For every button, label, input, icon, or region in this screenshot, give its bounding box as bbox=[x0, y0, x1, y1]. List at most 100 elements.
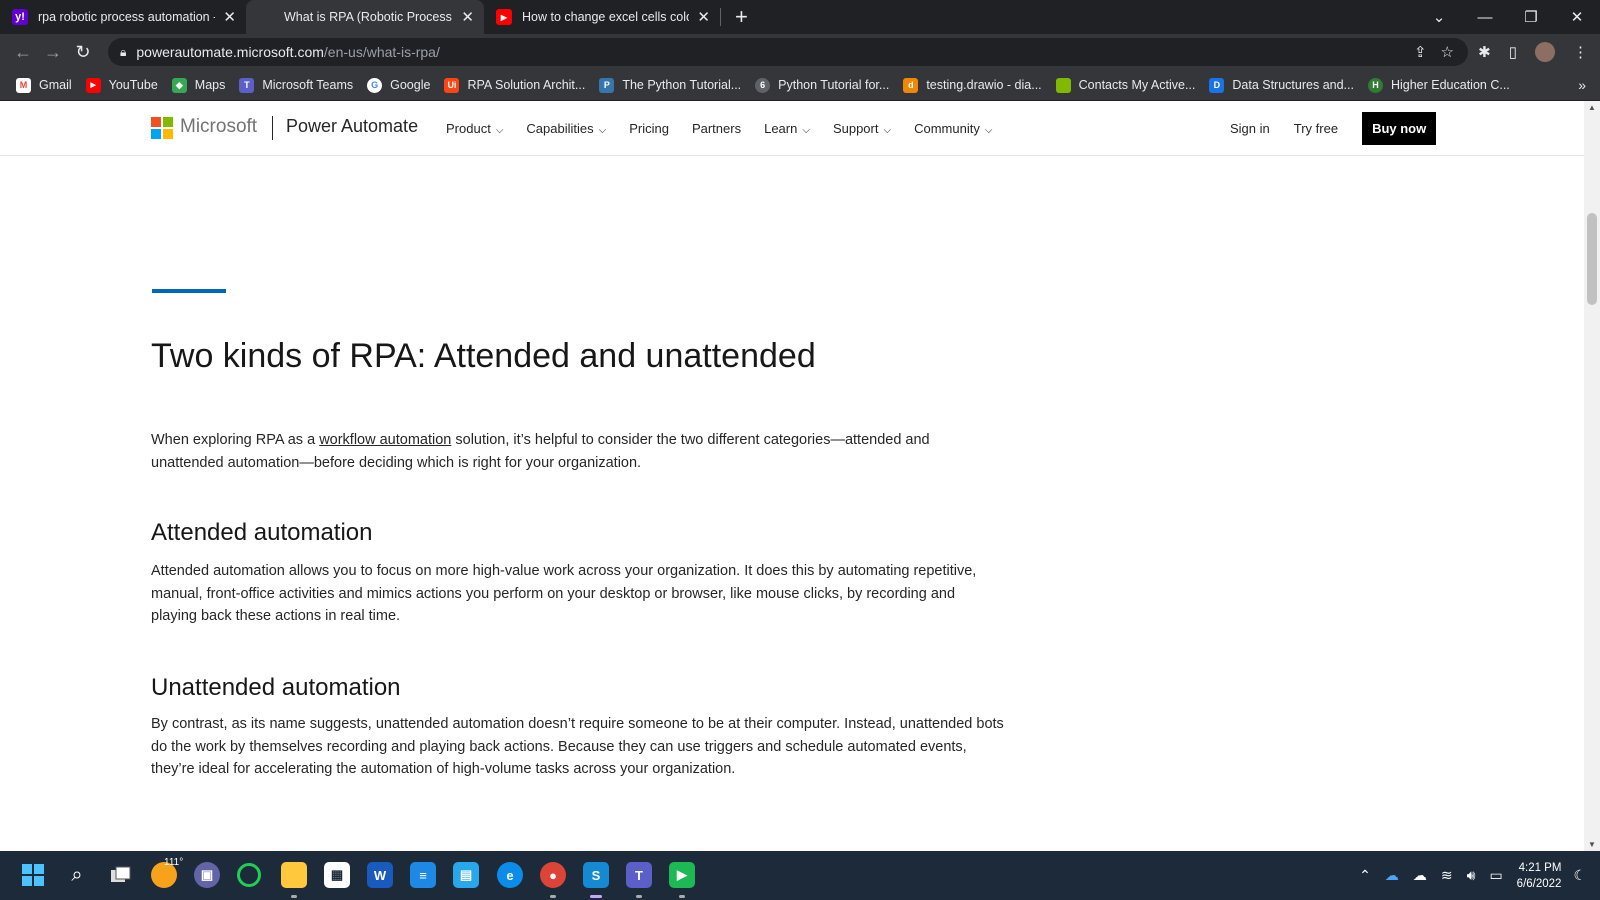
bookmark-python-tutorial-for[interactable]: 6 Python Tutorial for... bbox=[755, 77, 889, 93]
bookmark-rpa-solution[interactable]: Ui RPA Solution Archit... bbox=[444, 77, 585, 93]
bookmark-gmail[interactable]: M Gmail bbox=[16, 77, 72, 93]
skype-icon[interactable]: S bbox=[583, 862, 609, 888]
teams-chat-icon[interactable]: ▣ bbox=[194, 862, 220, 888]
scroll-up-icon[interactable]: ▲ bbox=[1584, 103, 1600, 112]
file-explorer-icon[interactable] bbox=[281, 862, 307, 888]
close-window-icon[interactable]: ✕ bbox=[1554, 8, 1600, 26]
workflow-automation-link[interactable]: workflow automation bbox=[319, 432, 451, 448]
maps-icon: ◆ bbox=[171, 77, 187, 93]
youtube-favicon-icon: ▶ bbox=[496, 9, 512, 25]
battery-icon[interactable]: ▭ bbox=[1489, 867, 1502, 884]
tab-separator bbox=[720, 8, 721, 26]
cloud-icon[interactable]: ☁ bbox=[1413, 867, 1427, 884]
wifi-icon[interactable]: ≋ bbox=[1441, 867, 1453, 884]
clock[interactable]: 4:21 PM 6/6/2022 bbox=[1517, 860, 1562, 892]
chrome-icon[interactable]: ● bbox=[540, 862, 566, 888]
bookmark-drawio[interactable]: d testing.drawio - dia... bbox=[903, 77, 1042, 93]
edge-icon[interactable]: e bbox=[497, 862, 523, 888]
system-tray: ⌃ ☁ ☁ ≋ 🔊︎ ▭ 4:21 PM 6/6/2022 ☾ bbox=[1359, 851, 1600, 900]
microsoft-store-icon[interactable]: ▦ bbox=[324, 862, 350, 888]
lock-icon[interactable]: 🔒︎ bbox=[120, 45, 126, 60]
microsoft-icon bbox=[1055, 77, 1071, 93]
drawio-icon: d bbox=[903, 77, 919, 93]
notification-icon[interactable]: ☾ bbox=[1573, 867, 1586, 884]
intro-paragraph: When exploring RPA as a workflow automat… bbox=[151, 432, 930, 471]
product-name[interactable]: Power Automate bbox=[286, 116, 418, 137]
address-bar[interactable]: 🔒︎ powerautomate.microsoft.com/en-us/wha… bbox=[108, 38, 1468, 66]
bookmarks-bar: M Gmail ▶ YouTube ◆ Maps T Microsoft Teams G… bbox=[0, 70, 1600, 101]
search-icon[interactable]: ⌕ bbox=[64, 862, 90, 888]
site-header: Microsoft Power Automate Product ⌵ Capabi… bbox=[0, 101, 1584, 156]
url-path: /en-us/what-is-rpa/ bbox=[323, 44, 440, 60]
tab-yahoo-search[interactable]: y! rpa robotic process automation - ✕ bbox=[0, 0, 246, 34]
bookmark-data-structures[interactable]: D Data Structures and... bbox=[1209, 77, 1354, 93]
attended-automation-text: Attended automation allows you to focus … bbox=[151, 563, 977, 624]
nav-support[interactable]: Support ⌵ bbox=[833, 121, 891, 136]
notepad-icon[interactable]: ≡ bbox=[410, 862, 436, 888]
bookmark-python-tutorial[interactable]: P The Python Tutorial... bbox=[599, 77, 741, 93]
nav-product[interactable]: Product ⌵ bbox=[446, 121, 503, 136]
scrollbar-thumb[interactable] bbox=[1587, 213, 1597, 305]
teams-icon[interactable]: T bbox=[626, 862, 652, 888]
nav-community[interactable]: Community ⌵ bbox=[914, 121, 992, 136]
nav-pricing[interactable]: Pricing bbox=[629, 121, 669, 136]
chevron-down-icon: ⌵ bbox=[802, 124, 810, 136]
new-tab-icon[interactable]: + bbox=[735, 4, 748, 30]
teams-icon: T bbox=[239, 77, 255, 93]
extensions-icon[interactable]: ✱ bbox=[1478, 43, 1491, 61]
browser-toolbar: ← → ↻ 🔒︎ powerautomate.microsoft.com/en-… bbox=[0, 34, 1600, 70]
word-icon[interactable]: W bbox=[367, 862, 393, 888]
page-scrollbar[interactable]: ▲ ▼ bbox=[1584, 101, 1600, 851]
minimize-icon[interactable]: — bbox=[1462, 9, 1508, 26]
bookmark-microsoft-teams[interactable]: T Microsoft Teams bbox=[239, 77, 353, 93]
youtube-icon: ▶ bbox=[85, 77, 101, 93]
microsoft-logo-icon[interactable] bbox=[151, 117, 173, 139]
section-accent-bar bbox=[152, 289, 226, 293]
doc-icon: D bbox=[1209, 77, 1225, 93]
nav-learn[interactable]: Learn ⌵ bbox=[764, 121, 810, 136]
restore-icon[interactable]: ❐ bbox=[1508, 8, 1554, 26]
share-icon[interactable]: ⇪ bbox=[1414, 43, 1427, 61]
close-tab-icon[interactable]: ✕ bbox=[223, 8, 236, 26]
try-free-link[interactable]: Try free bbox=[1294, 121, 1338, 136]
more-bookmarks-icon[interactable]: » bbox=[1578, 77, 1586, 93]
xbox-icon[interactable] bbox=[237, 863, 261, 887]
bookmark-google[interactable]: G Google bbox=[367, 77, 430, 93]
azure-data-icon[interactable]: ▤ bbox=[453, 862, 479, 888]
scroll-down-icon[interactable]: ▼ bbox=[1584, 840, 1600, 849]
tab-search-icon[interactable]: ⌄ bbox=[1416, 8, 1462, 26]
volume-icon[interactable]: 🔊︎ bbox=[1467, 867, 1476, 884]
task-view-icon[interactable] bbox=[108, 862, 134, 888]
close-tab-icon[interactable]: ✕ bbox=[697, 8, 710, 26]
microsoft-favicon-icon bbox=[258, 9, 274, 25]
close-tab-icon[interactable]: ✕ bbox=[461, 8, 474, 26]
nav-capabilities[interactable]: Capabilities ⌵ bbox=[526, 121, 606, 136]
onedrive-icon[interactable]: ☁ bbox=[1385, 867, 1399, 884]
forward-icon[interactable]: → bbox=[38, 42, 68, 63]
running-indicator bbox=[550, 895, 556, 898]
url-host: powerautomate.microsoft.com bbox=[136, 44, 324, 60]
bookmark-contacts[interactable]: Contacts My Active... bbox=[1055, 77, 1195, 93]
site-nav: Product ⌵ Capabilities ⌵ Pricing Partners … bbox=[446, 101, 992, 155]
bookmark-higher-education[interactable]: H Higher Education C... bbox=[1367, 77, 1510, 93]
nav-partners[interactable]: Partners bbox=[692, 121, 741, 136]
buy-now-button[interactable]: Buy now bbox=[1362, 111, 1437, 145]
tab-youtube-excel[interactable]: ▶ How to change excel cells color u ✕ bbox=[484, 0, 720, 34]
bookmark-star-icon[interactable]: ☆ bbox=[1441, 43, 1454, 61]
chevron-up-icon[interactable]: ⌃ bbox=[1359, 867, 1371, 884]
chrome-menu-icon[interactable]: ⋮ bbox=[1573, 43, 1588, 61]
side-panel-icon[interactable]: ▯ bbox=[1509, 43, 1517, 61]
back-icon[interactable]: ← bbox=[8, 42, 38, 63]
clock-date: 6/6/2022 bbox=[1516, 877, 1562, 890]
tab-what-is-rpa[interactable]: What is RPA (Robotic Process Au ✕ bbox=[246, 0, 484, 34]
microsoft-wordmark[interactable]: Microsoft bbox=[180, 116, 257, 138]
media-player-icon[interactable]: ▶ bbox=[669, 862, 695, 888]
unattended-automation-heading: Unattended automation bbox=[151, 674, 401, 701]
bookmark-maps[interactable]: ◆ Maps bbox=[171, 77, 225, 93]
windows-start-icon[interactable] bbox=[20, 862, 46, 888]
bookmark-youtube[interactable]: ▶ YouTube bbox=[85, 77, 158, 93]
profile-avatar[interactable] bbox=[1535, 42, 1555, 62]
web-page: Microsoft Power Automate Product ⌵ Capabi… bbox=[0, 101, 1584, 851]
sign-in-link[interactable]: Sign in bbox=[1230, 121, 1270, 136]
reload-icon[interactable]: ↻ bbox=[68, 42, 98, 63]
